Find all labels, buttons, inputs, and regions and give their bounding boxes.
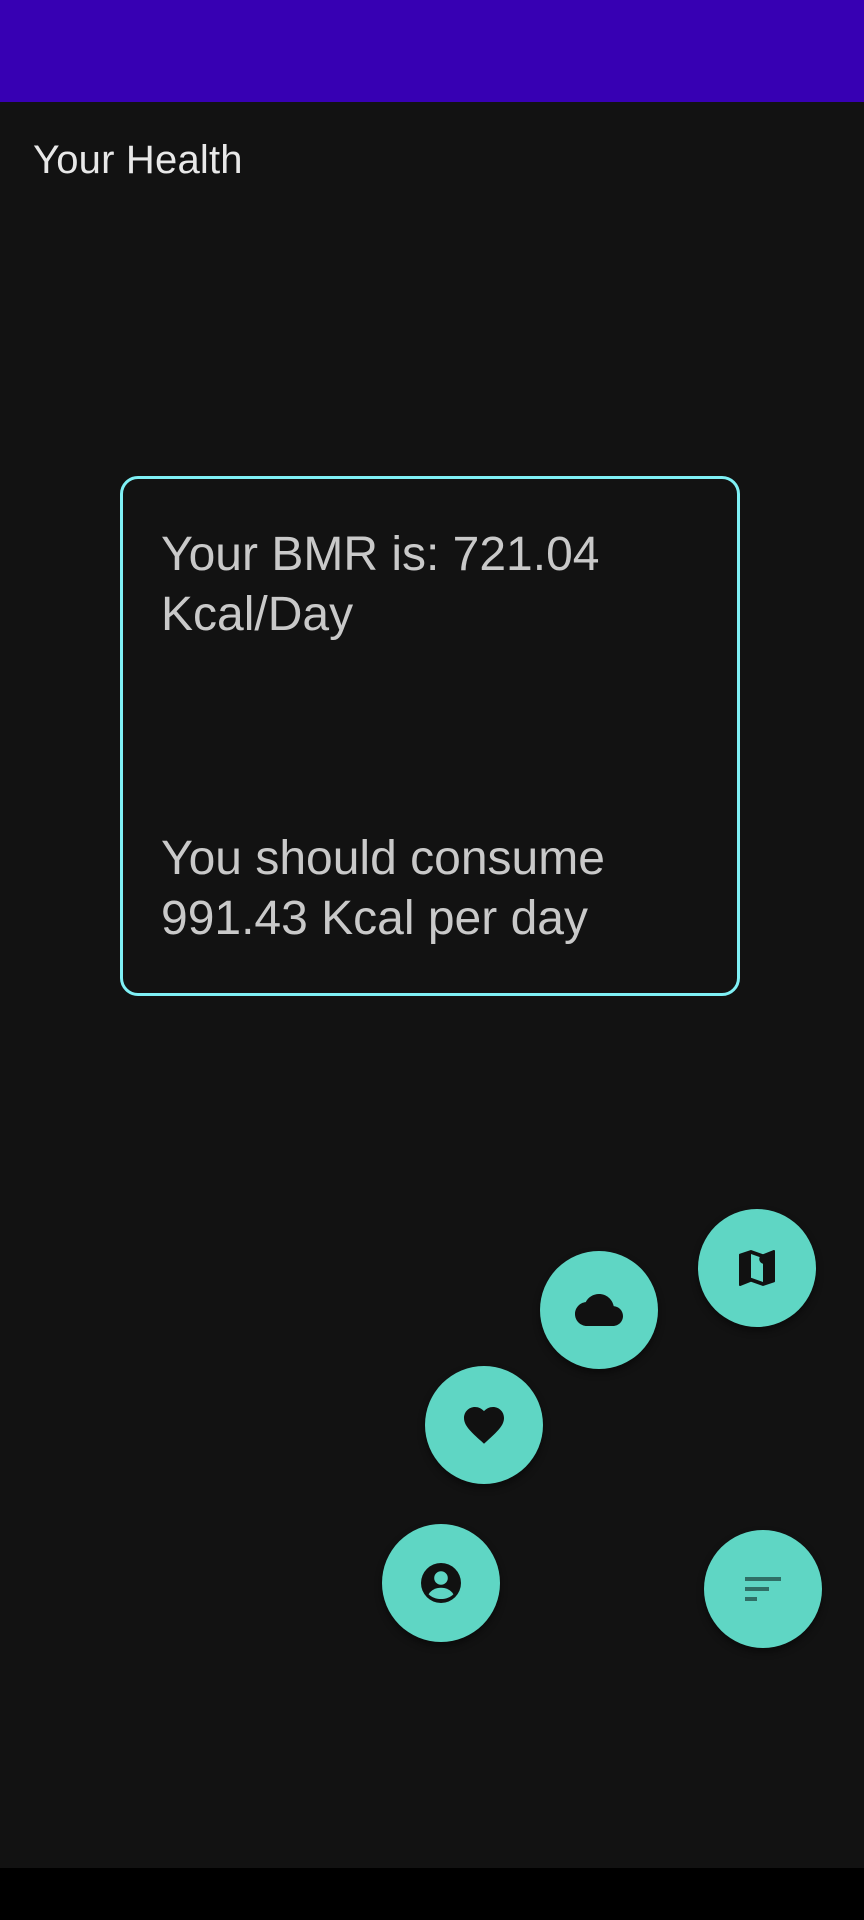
sort-icon <box>745 1577 781 1601</box>
bmr-result-card: Your BMR is: 721.04 Kcal/Day You should … <box>120 476 740 996</box>
navigation-bar <box>0 1868 864 1920</box>
page-title: Your Health <box>33 138 243 182</box>
calorie-recommendation-text: You should consume 991.43 Kcal per day <box>161 832 605 945</box>
account-icon <box>421 1563 461 1603</box>
health-button[interactable] <box>425 1366 543 1484</box>
cloud-icon <box>575 1294 623 1326</box>
map-button[interactable] <box>698 1209 816 1327</box>
cloud-button[interactable] <box>540 1251 658 1369</box>
menu-button[interactable] <box>704 1530 822 1648</box>
profile-button[interactable] <box>382 1524 500 1642</box>
map-icon <box>739 1250 775 1286</box>
status-bar <box>0 0 864 102</box>
bmr-text: Your BMR is: 721.04 Kcal/Day <box>161 528 600 641</box>
heart-icon <box>464 1407 504 1444</box>
